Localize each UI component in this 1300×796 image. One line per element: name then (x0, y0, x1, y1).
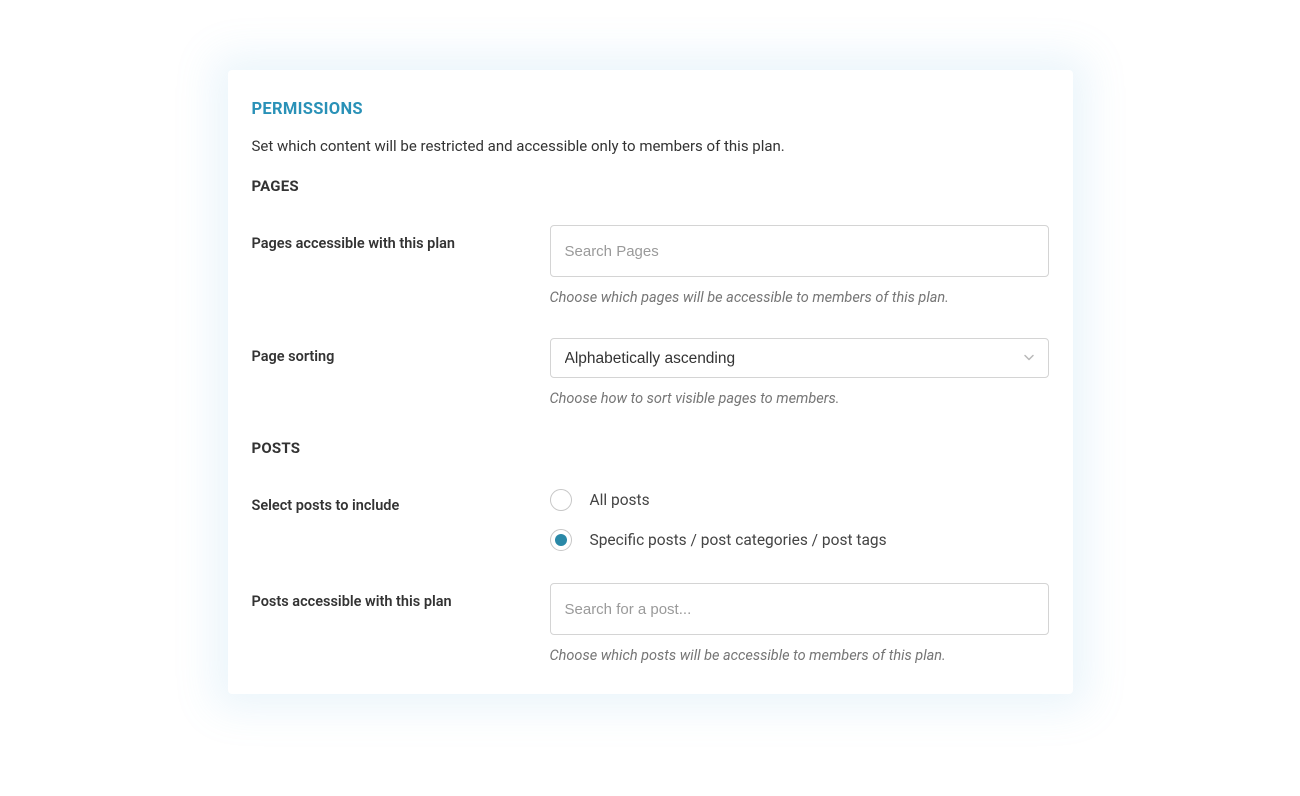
page-sorting-hint: Choose how to sort visible pages to memb… (550, 390, 1049, 407)
radio-all-posts-label: All posts (590, 491, 650, 509)
posts-accessible-label: Posts accessible with this plan (252, 583, 550, 664)
radio-specific-posts-label: Specific posts / post categories / post … (590, 531, 887, 549)
pages-search-input[interactable] (550, 225, 1049, 277)
pages-accessible-row: Pages accessible with this plan Choose w… (252, 225, 1049, 306)
posts-include-label: Select posts to include (252, 487, 550, 551)
page-sorting-label: Page sorting (252, 338, 550, 407)
page-sorting-select[interactable]: Alphabetically ascending (550, 338, 1049, 378)
card-title: PERMISSIONS (252, 100, 1049, 119)
posts-include-control: All posts Specific posts / post categori… (550, 487, 1049, 551)
pages-accessible-label: Pages accessible with this plan (252, 225, 550, 306)
posts-search-input[interactable] (550, 583, 1049, 635)
pages-heading: PAGES (252, 177, 1049, 195)
card-description: Set which content will be restricted and… (252, 137, 1049, 155)
page-sorting-control: Alphabetically ascending Choose how to s… (550, 338, 1049, 407)
posts-accessible-hint: Choose which posts will be accessible to… (550, 647, 1049, 664)
permissions-card: PERMISSIONS Set which content will be re… (228, 70, 1073, 694)
pages-accessible-hint: Choose which pages will be accessible to… (550, 289, 1049, 306)
pages-accessible-control: Choose which pages will be accessible to… (550, 225, 1049, 306)
page-sorting-select-wrapper: Alphabetically ascending (550, 338, 1049, 378)
radio-all-posts[interactable]: All posts (550, 489, 1049, 511)
posts-accessible-row: Posts accessible with this plan Choose w… (252, 583, 1049, 664)
posts-accessible-control: Choose which posts will be accessible to… (550, 583, 1049, 664)
posts-include-row: Select posts to include All posts Specif… (252, 487, 1049, 551)
radio-specific-posts[interactable]: Specific posts / post categories / post … (550, 529, 1049, 551)
radio-icon (550, 489, 572, 511)
page-sorting-row: Page sorting Alphabetically ascending Ch… (252, 338, 1049, 407)
posts-include-radio-group: All posts Specific posts / post categori… (550, 487, 1049, 551)
posts-heading: POSTS (252, 439, 1049, 457)
radio-icon (550, 529, 572, 551)
